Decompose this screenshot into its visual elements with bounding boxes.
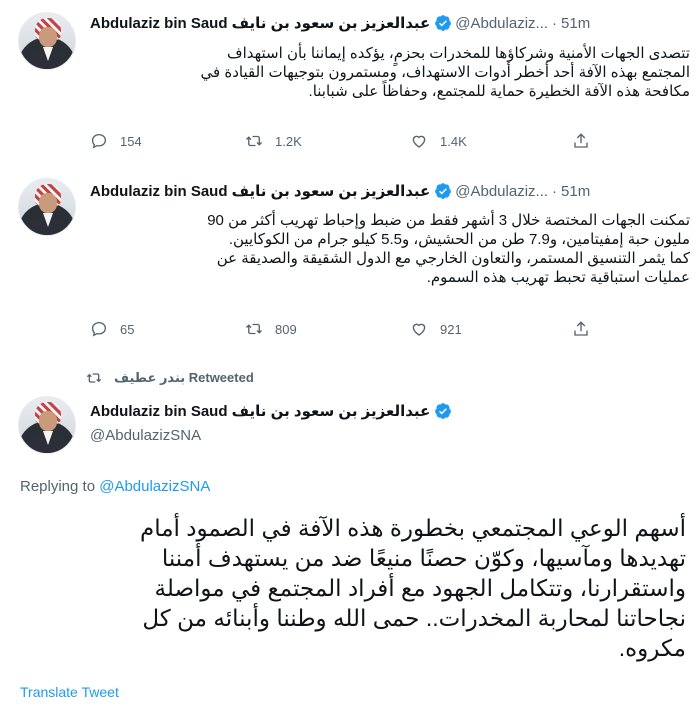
reply-count: 65	[120, 321, 135, 337]
replying-prefix: Replying to	[20, 478, 100, 495]
retweet-button[interactable]: 809	[245, 320, 297, 338]
translate-tweet-link[interactable]: Translate Tweet	[20, 684, 119, 700]
author-name[interactable]: Abdulaziz bin Saud عبدالعزيز بن سعود بن …	[90, 14, 430, 32]
verified-badge-icon	[435, 15, 452, 31]
reply-icon	[91, 133, 107, 149]
avatar-face	[39, 411, 57, 431]
heart-icon	[412, 323, 426, 336]
share-button[interactable]	[572, 320, 590, 338]
tweet-text: تمكنت الجهات المختصة خلال 3 أشهر فقط من …	[207, 212, 690, 286]
retweet-count: 1.2K	[275, 133, 302, 149]
tweet-2[interactable]: Abdulaziz bin Saud عبدالعزيز بن سعود بن …	[0, 178, 700, 348]
avatar[interactable]	[18, 396, 76, 454]
tweet-text: تتصدى الجهات الأمنية وشركاؤها للمخدرات ب…	[200, 45, 690, 100]
retweet-icon	[246, 323, 262, 335]
replying-to: Replying to @AbdulazizSNA	[20, 478, 210, 495]
retweet-icon	[246, 135, 262, 147]
tweet-actions: 65 809 921	[90, 320, 590, 340]
like-button[interactable]: 1.4K	[410, 132, 467, 150]
tweet-time[interactable]: 51m	[561, 183, 590, 200]
tweet-time[interactable]: 51m	[561, 15, 590, 32]
like-count: 921	[440, 321, 462, 337]
retweet-icon	[86, 373, 102, 383]
author-handle[interactable]: @Abdulaziz...	[455, 183, 548, 200]
author-name[interactable]: Abdulaziz bin Saud عبدالعزيز بن سعود بن …	[90, 402, 430, 420]
retweeted-label: بندر عطيف Retweeted	[114, 370, 254, 385]
share-icon	[574, 321, 588, 336]
heart-icon	[412, 135, 426, 148]
like-count: 1.4K	[440, 133, 467, 149]
author-handle[interactable]: @Abdulaziz...	[455, 15, 548, 32]
tweet-header: Abdulaziz bin Saud عبدالعزيز بن سعود بن …	[90, 14, 590, 33]
separator-dot: ·	[552, 14, 558, 32]
avatar-face	[39, 193, 57, 213]
avatar-face	[39, 27, 57, 47]
main-author-name-row: Abdulaziz bin Saud عبدالعزيز بن سعود بن …	[90, 402, 455, 420]
verified-badge-icon	[435, 183, 452, 199]
retweet-count: 809	[275, 321, 297, 337]
tweet-header: Abdulaziz bin Saud عبدالعزيز بن سعود بن …	[90, 182, 590, 201]
author-handle[interactable]: @AbdulazizSNA	[90, 427, 201, 444]
tweet-1[interactable]: Abdulaziz bin Saud عبدالعزيز بن سعود بن …	[0, 12, 700, 162]
share-icon	[574, 133, 588, 148]
reply-icon	[91, 321, 107, 337]
share-button[interactable]	[572, 132, 590, 150]
main-tweet-text: أسهم الوعي المجتمعي بخطورة هذه الآفة في …	[139, 515, 686, 661]
avatar[interactable]	[18, 12, 76, 70]
reply-button[interactable]: 65	[90, 320, 134, 338]
reply-button[interactable]: 154	[90, 132, 142, 150]
verified-badge-icon	[435, 403, 452, 419]
replying-handle-link[interactable]: @AbdulazizSNA	[99, 478, 210, 495]
tweet-actions: 154 1.2K 1.4K	[90, 132, 590, 152]
avatar[interactable]	[18, 178, 76, 236]
author-name[interactable]: Abdulaziz bin Saud عبدالعزيز بن سعود بن …	[90, 182, 430, 200]
like-button[interactable]: 921	[410, 320, 462, 338]
reply-count: 154	[120, 133, 142, 149]
separator-dot: ·	[552, 182, 558, 200]
retweet-button[interactable]: 1.2K	[245, 132, 302, 150]
retweeted-banner[interactable]: بندر عطيف Retweeted	[86, 370, 254, 386]
